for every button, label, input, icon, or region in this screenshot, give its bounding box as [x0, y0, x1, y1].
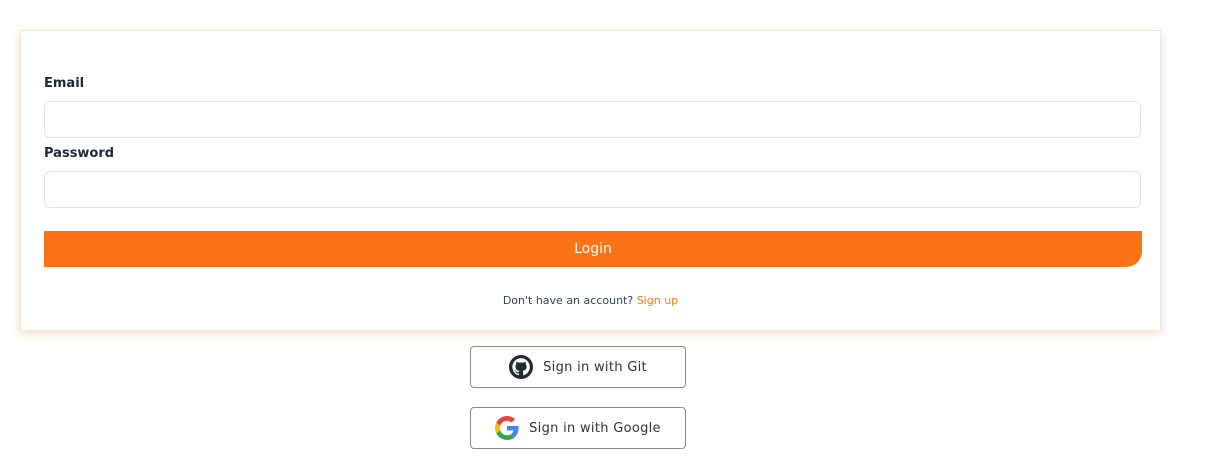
signup-row: Don't have an account? Sign up	[21, 294, 1160, 307]
sign-in-with-google-label: Sign in with Google	[529, 420, 661, 436]
password-label: Password	[44, 146, 115, 161]
signup-link[interactable]: Sign up	[637, 294, 678, 307]
email-field[interactable]	[44, 101, 1141, 138]
google-icon	[495, 416, 519, 440]
sign-in-with-google-button[interactable]: Sign in with Google	[470, 407, 686, 449]
login-card: Email Password Login Don't have an accou…	[20, 30, 1161, 330]
login-button[interactable]: Login	[44, 231, 1142, 267]
sign-in-with-git-button[interactable]: Sign in with Git	[470, 346, 686, 388]
email-label: Email	[44, 76, 85, 91]
password-field[interactable]	[44, 171, 1141, 208]
sign-in-with-git-label: Sign in with Git	[543, 359, 647, 375]
signup-prompt: Don't have an account?	[502, 294, 634, 307]
github-icon	[509, 355, 534, 379]
